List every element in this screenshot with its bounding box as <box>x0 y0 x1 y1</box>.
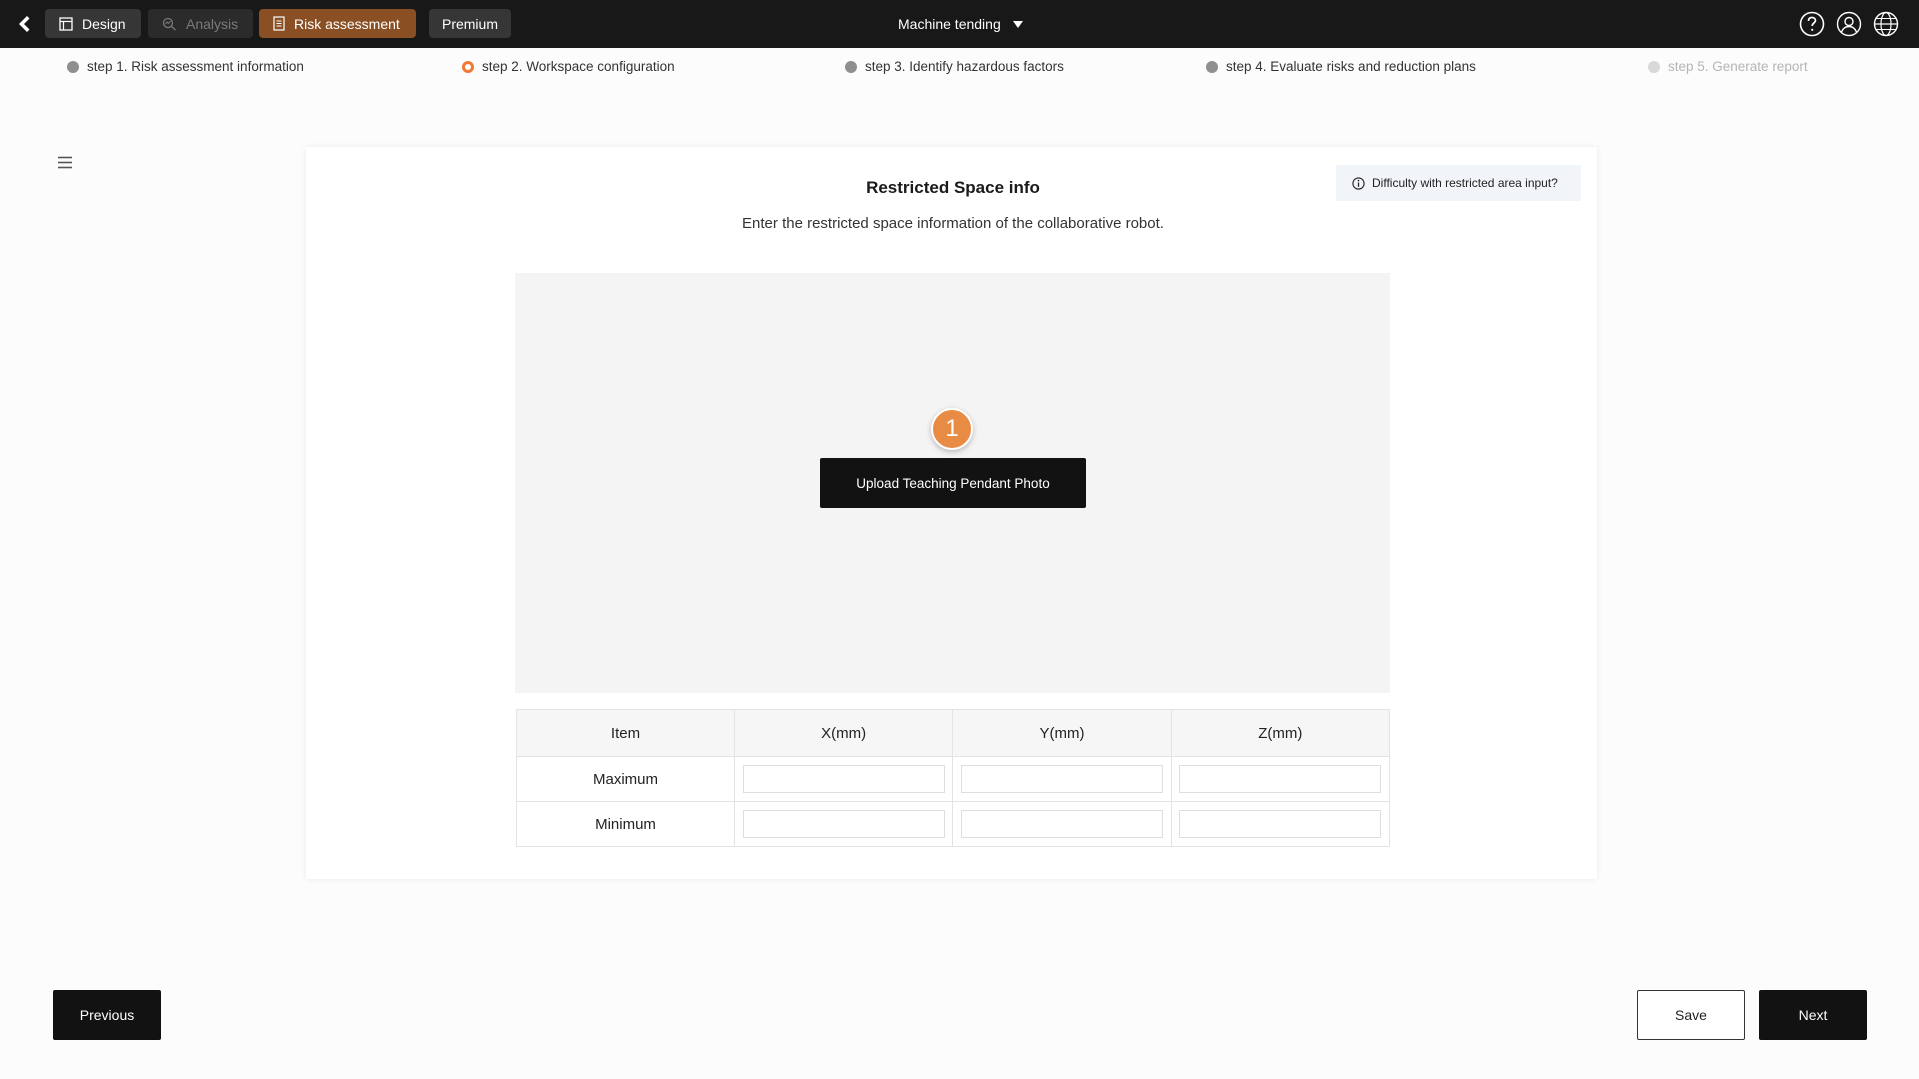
save-button[interactable]: Save <box>1637 990 1745 1040</box>
tab-design[interactable]: Design <box>45 9 141 38</box>
column-header-item: Item <box>516 709 735 757</box>
tab-analysis-label: Analysis <box>186 15 239 32</box>
chevron-down-icon <box>1012 20 1023 28</box>
tab-premium[interactable]: Premium <box>429 9 511 38</box>
minimum-z-input[interactable] <box>1179 810 1382 838</box>
step-2[interactable]: step 2. Workspace configuration <box>462 59 675 74</box>
document-icon <box>273 16 285 31</box>
row-label-minimum: Minimum <box>516 801 735 847</box>
step-1[interactable]: step 1. Risk assessment information <box>67 59 304 74</box>
step-label: step 5. Generate report <box>1668 59 1808 74</box>
step-4[interactable]: step 4. Evaluate risks and reduction pla… <box>1206 59 1476 74</box>
back-icon[interactable] <box>12 11 38 37</box>
next-button[interactable]: Next <box>1759 990 1867 1040</box>
step-label: step 4. Evaluate risks and reduction pla… <box>1226 59 1476 74</box>
step-status-dot <box>67 60 79 73</box>
page-subtitle: Enter the restricted space information o… <box>742 215 1164 232</box>
step-3[interactable]: step 3. Identify hazardous factors <box>845 59 1064 74</box>
project-dropdown[interactable]: Machine tending <box>898 13 1023 35</box>
project-name: Machine tending <box>898 16 1001 32</box>
restricted-area-help-link[interactable]: Difficulty with restricted area input? <box>1336 165 1581 201</box>
tab-premium-label: Premium <box>441 15 498 32</box>
step-5: step 5. Generate report <box>1648 59 1808 74</box>
step-label: step 2. Workspace configuration <box>482 59 675 74</box>
analysis-icon <box>162 17 176 31</box>
table-header-row: Item X(mm) Y(mm) Z(mm) <box>516 709 1391 757</box>
tab-risk-assessment[interactable]: Risk assessment <box>259 9 416 38</box>
upload-teaching-pendant-photo-button[interactable]: Upload Teaching Pendant Photo <box>820 458 1086 508</box>
step-label: step 1. Risk assessment information <box>87 59 304 74</box>
column-header-x: X(mm) <box>733 709 954 757</box>
top-bar: Design Analysis Risk assessment Premium … <box>0 0 1919 48</box>
previous-button[interactable]: Previous <box>53 990 161 1040</box>
column-header-z: Z(mm) <box>1170 709 1391 757</box>
tab-analysis[interactable]: Analysis <box>148 9 253 38</box>
minimum-y-input[interactable] <box>960 810 1163 838</box>
layout-icon <box>59 16 73 31</box>
row-label-maximum: Maximum <box>516 756 735 802</box>
step-status-dot <box>1206 60 1218 73</box>
maximum-x-input[interactable] <box>742 765 945 793</box>
info-icon <box>1352 176 1365 190</box>
table-row: Minimum <box>516 801 1391 847</box>
tab-risk-assessment-label: Risk assessment <box>294 15 400 32</box>
step-marker-badge: 1 <box>931 408 973 450</box>
globe-icon[interactable] <box>1872 10 1900 38</box>
step-status-dot <box>462 60 474 73</box>
maximum-y-input[interactable] <box>960 765 1163 793</box>
help-chip-label: Difficulty with restricted area input? <box>1372 176 1558 190</box>
maximum-z-input[interactable] <box>1179 765 1382 793</box>
tab-design-label: Design <box>82 15 126 32</box>
hamburger-menu-icon[interactable] <box>56 155 74 170</box>
restricted-space-table: Item X(mm) Y(mm) Z(mm) Maximum Minimum <box>516 709 1391 847</box>
column-header-y: Y(mm) <box>952 709 1172 757</box>
step-status-dot <box>1648 60 1660 73</box>
step-progress: step 1. Risk assessment information step… <box>0 48 1919 88</box>
step-status-dot <box>845 60 857 73</box>
help-icon[interactable] <box>1798 10 1826 38</box>
minimum-x-input[interactable] <box>742 810 945 838</box>
page-title: Restricted Space info <box>866 178 1040 197</box>
table-row: Maximum <box>516 756 1391 802</box>
step-label: step 3. Identify hazardous factors <box>865 59 1064 74</box>
user-icon[interactable] <box>1835 10 1863 38</box>
